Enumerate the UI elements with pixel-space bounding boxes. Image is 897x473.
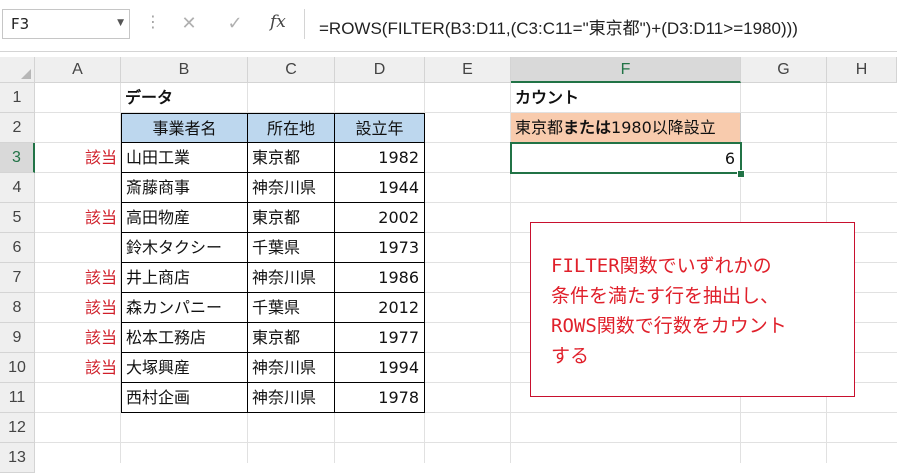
formula-text: =ROWS(FILTER(B3:D11,(C3:C11="東京都")+(D3:D… [319,19,798,38]
table-cell-name[interactable]: 大塚興産 [121,353,248,383]
condition-label-cell[interactable]: 東京都または1980以降設立 [511,113,741,143]
table-cell-location[interactable]: 神奈川県 [248,353,335,383]
data-title-cell[interactable]: データ [121,83,248,113]
column-header-e[interactable]: E [425,57,511,83]
drag-handle-icon[interactable]: ⋮ [145,12,161,31]
table-cell-name[interactable]: 高田物産 [121,203,248,233]
row-header-1[interactable]: 1 [0,83,35,113]
count-result-cell[interactable]: 6 [510,142,742,174]
row-header-3[interactable]: 3 [0,143,35,173]
row-header-6[interactable]: 6 [0,233,35,263]
column-header-d[interactable]: D [335,57,425,83]
row-header-2[interactable]: 2 [0,113,35,143]
table-cell-name[interactable]: 山田工業 [121,143,248,173]
note-line-1: FILTER関数でいずれかの [551,255,772,277]
table-cell-name[interactable]: 斎藤商事 [121,173,248,203]
mark-cell[interactable]: 該当 [35,203,121,233]
note-line-2: 条件を満たす行を抽出し、 [551,285,780,307]
row-header-9[interactable]: 9 [0,323,35,353]
row-header-10[interactable]: 10 [0,353,35,383]
table-cell-year[interactable]: 1986 [335,263,425,293]
table-cell-location[interactable]: 東京都 [248,203,335,233]
fill-handle[interactable] [737,170,745,178]
row-header-13[interactable]: 13 [0,443,35,473]
condition-or: または [563,118,612,137]
mark-cell[interactable] [35,173,121,203]
table-cell-year[interactable]: 1977 [335,323,425,353]
table-cell-location[interactable]: 神奈川県 [248,383,335,413]
table-cell-year[interactable]: 1994 [335,353,425,383]
cancel-icon[interactable]: ✕ [176,9,202,39]
table-cell-location[interactable]: 東京都 [248,143,335,173]
enter-icon[interactable]: ✓ [222,9,248,39]
table-cell-name[interactable]: 松本工務店 [121,323,248,353]
mark-cell[interactable]: 該当 [35,143,121,173]
table-cell-year[interactable]: 1978 [335,383,425,413]
table-cell-year[interactable]: 1982 [335,143,425,173]
mark-cell[interactable]: 該当 [35,263,121,293]
column-header-b[interactable]: B [121,57,248,83]
mark-cell[interactable]: 該当 [35,293,121,323]
row-header-5[interactable]: 5 [0,203,35,233]
row-header-7[interactable]: 7 [0,263,35,293]
table-cell-name[interactable]: 西村企画 [121,383,248,413]
table-cell-location[interactable]: 千葉県 [248,233,335,263]
explanation-note[interactable]: FILTER関数でいずれかの 条件を満たす行を抽出し、 ROWS関数で行数をカウ… [530,222,855,397]
column-header-f[interactable]: F [511,57,741,83]
table-cell-name[interactable]: 井上商店 [121,263,248,293]
row-header-12[interactable]: 12 [0,413,35,443]
column-header-g[interactable]: G [741,57,827,83]
row-header-11[interactable]: 11 [0,383,35,413]
mark-cell[interactable] [35,233,121,263]
column-header-h[interactable]: H [827,57,897,83]
column-header-a[interactable]: A [35,57,121,83]
mark-cell[interactable] [35,383,121,413]
table-cell-year[interactable]: 1944 [335,173,425,203]
row-header-8[interactable]: 8 [0,293,35,323]
table-cell-location[interactable]: 神奈川県 [248,263,335,293]
chevron-down-icon[interactable]: ▼ [117,18,124,28]
table-cell-location[interactable]: 神奈川県 [248,173,335,203]
count-title-cell[interactable]: カウント [511,83,741,113]
header-founded-year[interactable]: 設立年 [335,113,425,143]
formula-input[interactable]: =ROWS(FILTER(B3:D11,(C3:C11="東京都")+(D3:D… [304,9,897,39]
insert-function-icon[interactable]: fx [270,12,286,32]
note-line-4: する [551,345,590,367]
condition-suffix: 1980以降設立 [611,118,716,137]
table-cell-name[interactable]: 鈴木タクシー [121,233,248,263]
table-cell-location[interactable]: 千葉県 [248,293,335,323]
formula-bar-area: F3 ▼ ⋮ ✕ ✓ fx =ROWS(FILTER(B3:D11,(C3:C1… [0,0,897,52]
table-cell-year[interactable]: 2012 [335,293,425,323]
condition-prefix: 東京都 [515,118,564,137]
mark-cell[interactable]: 該当 [35,323,121,353]
table-cell-year[interactable]: 2002 [335,203,425,233]
name-box[interactable]: F3 ▼ [2,9,130,39]
note-line-3: ROWS関数で行数をカウント [551,315,787,337]
table-cell-name[interactable]: 森カンパニー [121,293,248,323]
select-all-corner[interactable] [0,57,35,83]
table-cell-location[interactable]: 東京都 [248,323,335,353]
header-location[interactable]: 所在地 [248,113,335,143]
mark-cell[interactable]: 該当 [35,353,121,383]
header-business-name[interactable]: 事業者名 [121,113,248,143]
column-header-c[interactable]: C [248,57,335,83]
table-cell-year[interactable]: 1973 [335,233,425,263]
row-header-4[interactable]: 4 [0,173,35,203]
name-box-value: F3 [11,15,30,33]
